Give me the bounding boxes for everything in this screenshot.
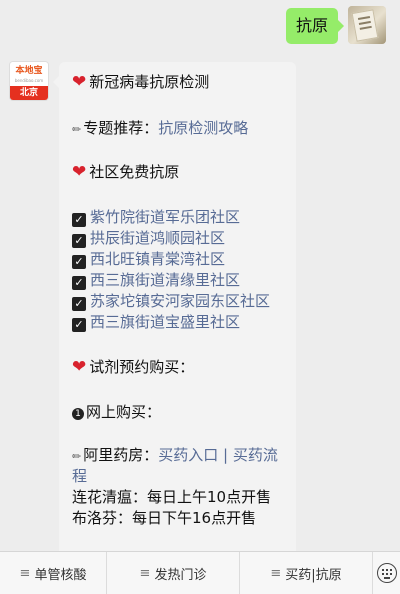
community-item[interactable]: ✓ 苏家坨镇安河家园东区社区 xyxy=(72,291,288,312)
brand-avatar[interactable]: 本地宝 bendibao.com 北京 xyxy=(10,62,48,100)
community-item[interactable]: ✓ 紫竹院街道军乐团社区 xyxy=(72,207,288,228)
keyboard-icon xyxy=(376,563,397,583)
topic-line: ✏ 专题推荐：抗原检测攻略 xyxy=(72,119,249,137)
menu-lines-icon: ≡ xyxy=(270,565,282,581)
checkbox-icon: ✓ xyxy=(72,213,86,227)
brand-city: 北京 xyxy=(10,86,48,100)
circled-one-icon: 1 xyxy=(72,408,84,420)
checkbox-icon: ✓ xyxy=(72,255,86,269)
menu-item-buy-medicine[interactable]: ≡ 买药|抗原 xyxy=(240,552,373,594)
checkbox-icon: ✓ xyxy=(72,297,86,311)
keyboard-toggle-button[interactable] xyxy=(373,552,400,594)
community-item[interactable]: ✓ 西北旺镇青棠湾社区 xyxy=(72,249,288,270)
menu-lines-icon: ≡ xyxy=(139,565,151,581)
community-item[interactable]: ✓ 西三旗街道清缘里社区 xyxy=(72,270,288,291)
heart-icon: ❤ xyxy=(72,72,87,92)
menu-item-single-tube-test[interactable]: ≡ 单管核酸 xyxy=(0,552,107,594)
heart-icon: ❤ xyxy=(72,162,87,182)
community-item[interactable]: ✓ 西三旗街道宝盛里社区 xyxy=(72,312,288,333)
buy-entry-link[interactable]: 买药入口 xyxy=(158,446,218,464)
pharmacy-line: ✏ 阿里药房：买药入口 | 买药流 xyxy=(72,446,278,464)
checkbox-icon: ✓ xyxy=(72,318,86,332)
brand-logo-url: bendibao.com xyxy=(14,78,44,83)
buy-flow-link-continued[interactable]: 程 xyxy=(72,467,87,485)
outgoing-message-row: 抗原 xyxy=(285,6,386,44)
schedule-lianhua: 连花清瘟：每日上午10点开售 xyxy=(72,488,272,506)
community-item[interactable]: ✓ 拱辰街道鸿顺园社区 xyxy=(72,228,288,249)
pharmacy-line-wrap: 程 xyxy=(72,466,288,487)
heading-antigen-test: ❤ 新冠病毒抗原检测 xyxy=(72,72,210,92)
pencil-icon: ✏ xyxy=(72,450,82,463)
checkbox-icon: ✓ xyxy=(72,276,86,290)
outgoing-message-bubble[interactable]: 抗原 xyxy=(285,8,345,44)
online-purchase-label: 1 网上购买： xyxy=(72,402,288,423)
heading-community: ❤ 社区免费抗原 xyxy=(72,162,180,182)
topic-link[interactable]: 抗原检测攻略 xyxy=(158,119,248,137)
menu-item-fever-clinic[interactable]: ≡ 发热门诊 xyxy=(107,552,240,594)
checkbox-icon: ✓ xyxy=(72,234,86,248)
incoming-message-bubble: ❤ 新冠病毒抗原检测 ✏ 专题推荐：抗原检测攻略 ❤ 社区免费抗原 ✓ 紫竹院街道军乐团… xyxy=(53,62,296,562)
pencil-icon: ✏ xyxy=(72,123,82,136)
brand-logo-name: 本地宝 xyxy=(15,66,43,76)
buy-flow-link[interactable]: 买药流 xyxy=(233,446,278,464)
user-avatar[interactable] xyxy=(348,6,386,44)
schedule-ibuprofen: 布洛芬：每日下午16点开售 xyxy=(72,509,257,527)
bottom-menu-bar: ≡ 单管核酸 ≡ 发热门诊 ≡ 买药|抗原 xyxy=(0,551,400,594)
heading-purchase: ❤ 试剂预约购买： xyxy=(72,357,195,377)
heart-icon: ❤ xyxy=(72,357,87,377)
menu-lines-icon: ≡ xyxy=(19,565,31,581)
